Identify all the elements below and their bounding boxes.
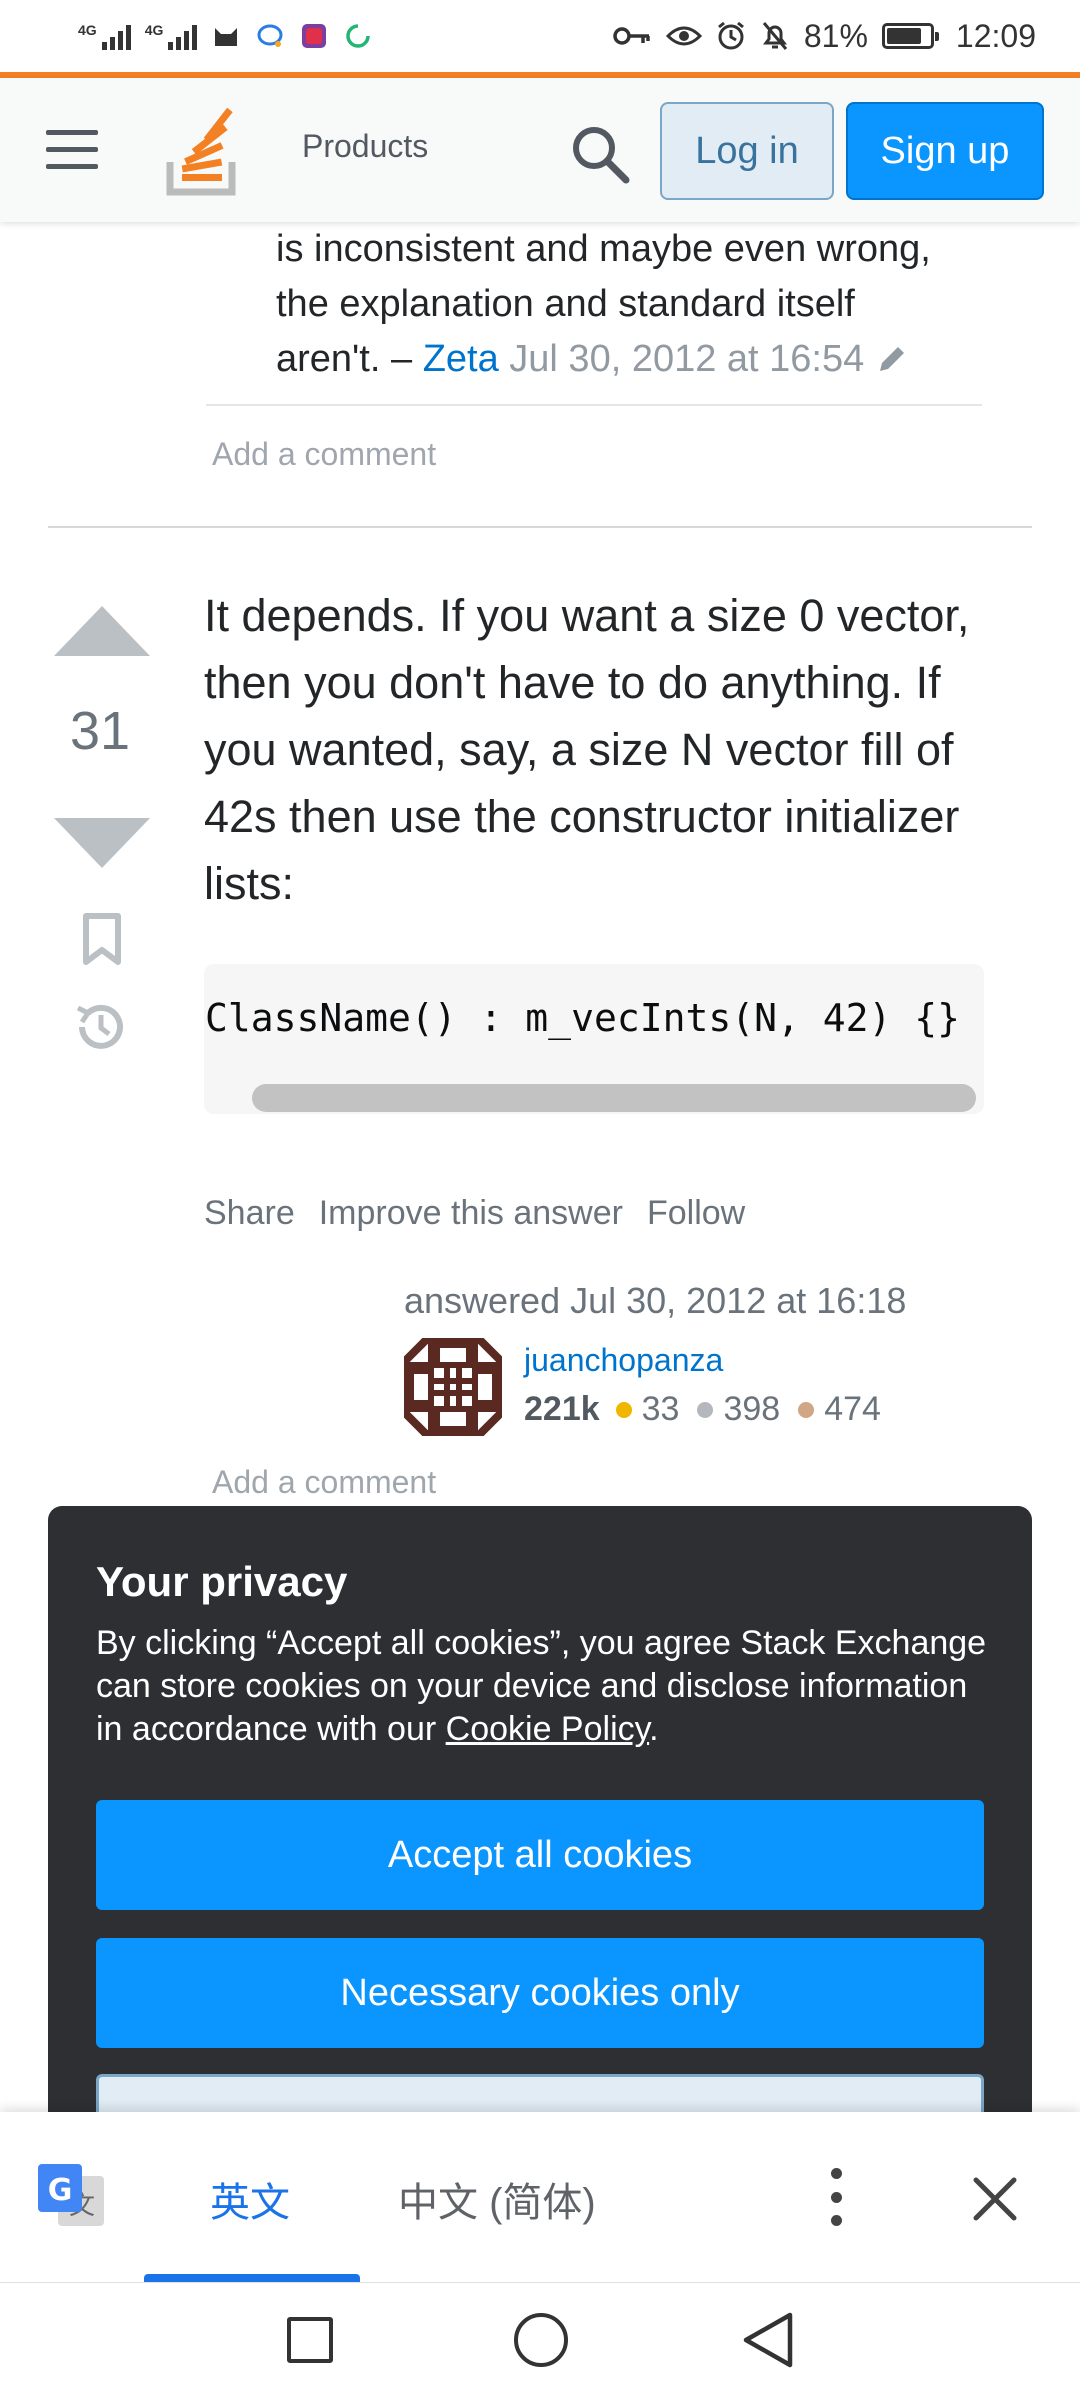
comment-text-end: aren't. – bbox=[276, 338, 423, 380]
network-type: 4G bbox=[78, 22, 97, 38]
battery-icon bbox=[881, 23, 939, 49]
user-reputation: 221k 33 398 474 bbox=[524, 1390, 881, 1429]
cookie-policy-link[interactable]: Cookie Policy bbox=[446, 1710, 649, 1748]
status-right: 81% 12:09 bbox=[612, 18, 1036, 55]
bronze-badge-count: 474 bbox=[824, 1390, 881, 1428]
bronze-badge-icon bbox=[798, 1401, 815, 1418]
sync-icon bbox=[343, 21, 373, 51]
signup-button[interactable]: Sign up bbox=[846, 102, 1044, 200]
sticker-app-icon bbox=[299, 21, 329, 51]
comment-date: Jul 30, 2012 at 16:54 bbox=[509, 338, 865, 380]
answer-body: It depends. If you want a size 0 vector,… bbox=[204, 590, 970, 909]
gold-badge-count: 33 bbox=[641, 1390, 680, 1428]
accept-all-cookies-button[interactable]: Accept all cookies bbox=[96, 1800, 984, 1910]
chat-bubble-icon bbox=[255, 21, 285, 51]
gold-badge-icon bbox=[615, 1401, 632, 1418]
add-comment-link[interactable]: Add a comment bbox=[212, 1464, 436, 1501]
vote-count: 31 bbox=[69, 701, 131, 761]
site-header: Products Log in Sign up bbox=[0, 78, 1080, 222]
signal-icon: 4G bbox=[78, 22, 131, 50]
back-button-icon[interactable] bbox=[740, 2311, 796, 2369]
history-icon[interactable] bbox=[72, 998, 130, 1056]
pencil-icon bbox=[874, 338, 910, 374]
add-comment-link[interactable]: Add a comment bbox=[212, 436, 436, 473]
avatar[interactable] bbox=[401, 1335, 505, 1439]
privacy-body-end: . bbox=[649, 1710, 659, 1748]
login-button[interactable]: Log in bbox=[660, 102, 834, 200]
silver-badge-count: 398 bbox=[723, 1390, 781, 1428]
bell-off-icon bbox=[760, 21, 790, 51]
comment-text-line: aren't. – Zeta Jul 30, 2012 at 16:54 bbox=[276, 332, 976, 387]
status-left: 4G 4G bbox=[78, 21, 373, 51]
share-link[interactable]: Share bbox=[204, 1194, 295, 1233]
comment-user-link[interactable]: Zeta bbox=[423, 338, 499, 380]
signal-icon: 4G bbox=[145, 22, 198, 50]
code-text: ClassName() : m_vecInts(N, 42) {} bbox=[205, 996, 960, 1040]
cat-app-icon bbox=[211, 21, 241, 51]
necessary-cookies-button[interactable]: Necessary cookies only bbox=[96, 1938, 984, 2048]
alarm-icon bbox=[716, 21, 746, 51]
user-name-link[interactable]: juanchopanza bbox=[524, 1342, 723, 1379]
code-scrollbar[interactable] bbox=[252, 1084, 976, 1112]
close-icon[interactable] bbox=[970, 2174, 1020, 2224]
comment: is inconsistent and maybe even wrong, th… bbox=[276, 222, 976, 387]
status-bar: 4G 4G 81% 12:09 bbox=[0, 0, 1080, 72]
search-icon[interactable] bbox=[568, 122, 632, 186]
user-signature: answered Jul 30, 2012 at 16:18 juanchopa… bbox=[401, 1280, 907, 1439]
reputation-score: 221k bbox=[524, 1390, 600, 1428]
active-tab-indicator bbox=[144, 2274, 360, 2282]
key-icon bbox=[612, 21, 652, 51]
stack-overflow-logo-icon[interactable] bbox=[166, 106, 242, 196]
comment-text-line: the explanation and standard itself bbox=[276, 283, 855, 325]
comment-text-line: is inconsistent and maybe even wrong, bbox=[276, 228, 931, 270]
recents-button-icon[interactable] bbox=[287, 2317, 333, 2363]
divider bbox=[48, 526, 1032, 528]
privacy-dialog: Your privacy By clicking “Accept all coo… bbox=[48, 1506, 1032, 2126]
post-menu: Share Improve this answer Follow bbox=[204, 1194, 745, 1233]
privacy-title: Your privacy bbox=[96, 1558, 348, 1605]
system-nav-bar bbox=[0, 2282, 1080, 2400]
bookmark-icon[interactable] bbox=[80, 912, 124, 966]
code-block[interactable]: ClassName() : m_vecInts(N, 42) {} bbox=[204, 964, 984, 1114]
silver-badge-icon bbox=[697, 1401, 714, 1418]
divider bbox=[206, 404, 982, 406]
clock: 12:09 bbox=[955, 17, 1036, 54]
improve-answer-link[interactable]: Improve this answer bbox=[319, 1194, 623, 1233]
follow-link[interactable]: Follow bbox=[647, 1194, 745, 1233]
eye-icon bbox=[665, 21, 702, 51]
downvote-arrow-icon[interactable] bbox=[54, 818, 150, 868]
hamburger-menu-icon[interactable] bbox=[46, 130, 98, 170]
network-type: 4G bbox=[144, 22, 164, 38]
user-card: juanchopanza 221k 33 398 474 bbox=[401, 1335, 1004, 1439]
tab-target-language[interactable]: 中文 (简体) bbox=[398, 2170, 596, 2228]
products-link[interactable]: Products bbox=[302, 128, 428, 165]
tab-source-language[interactable]: 英文 bbox=[210, 2170, 290, 2228]
battery-fill bbox=[886, 28, 921, 44]
answered-date: answered Jul 30, 2012 at 16:18 bbox=[404, 1280, 907, 1321]
more-options-icon[interactable] bbox=[826, 2168, 846, 2226]
translate-bar: 文 G 英文 中文 (简体) bbox=[0, 2112, 1080, 2282]
svg-text:G: G bbox=[48, 2173, 73, 2208]
upvote-arrow-icon[interactable] bbox=[54, 606, 150, 656]
home-button-icon[interactable] bbox=[514, 2313, 568, 2367]
privacy-body: By clicking “Accept all cookies”, you ag… bbox=[96, 1622, 996, 1751]
battery-percent: 81% bbox=[803, 17, 868, 54]
google-translate-icon[interactable]: 文 G bbox=[36, 2162, 108, 2232]
